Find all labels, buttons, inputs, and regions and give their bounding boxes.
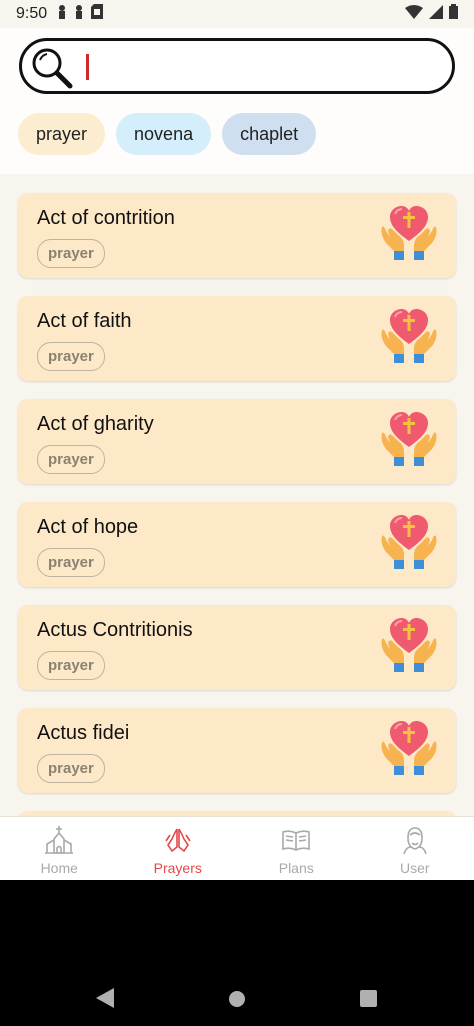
nav-user[interactable]: User: [356, 817, 474, 880]
prayer-tag: prayer: [37, 548, 105, 577]
prayer-title: Act of hope: [37, 516, 139, 538]
praying-hands-icon: [163, 825, 193, 858]
heart-hands-icon: [378, 304, 440, 371]
status-time: 9:50: [16, 5, 48, 22]
search-input[interactable]: [94, 49, 434, 85]
wifi-icon: [405, 4, 423, 24]
list-item[interactable]: Act of contrition prayer: [18, 193, 456, 278]
nav-home[interactable]: Home: [0, 817, 119, 880]
battery-icon: [449, 4, 458, 24]
text-cursor: [86, 54, 89, 80]
nav-home-label: Home: [40, 860, 78, 876]
nav-plans[interactable]: Plans: [237, 817, 356, 880]
prayer-tag: prayer: [37, 445, 105, 474]
status-bar: 9:50: [0, 0, 474, 28]
app-screen: 9:50 prayer novena chaplet Act of contri…: [0, 0, 474, 880]
system-navigation-bar: [0, 880, 474, 1026]
header-area: prayer novena chaplet: [0, 28, 474, 174]
category-filter-chips: prayer novena chaplet: [18, 113, 317, 155]
heart-hands-icon: [378, 613, 440, 680]
recents-icon[interactable]: [360, 990, 377, 1012]
search-icon: [30, 46, 74, 95]
list-item[interactable]: Act of faith prayer: [18, 296, 456, 381]
prayer-list: Act of contrition prayer Act of faith pr…: [18, 193, 456, 849]
prayer-title: Actus fidei: [37, 722, 130, 744]
prayer-title: Act of faith: [37, 310, 132, 332]
prayer-title: Act of contrition: [37, 207, 175, 229]
signal-icon: [429, 4, 443, 24]
heart-hands-icon: [378, 510, 440, 577]
heart-hands-icon: [378, 407, 440, 474]
notification-icon: [57, 4, 67, 25]
prayer-title: Actus Contritionis: [37, 619, 193, 641]
list-item[interactable]: Act of hope prayer: [18, 502, 456, 587]
heart-hands-icon: [378, 201, 440, 268]
list-item[interactable]: Actus Contritionis prayer: [18, 605, 456, 690]
nav-user-label: User: [399, 860, 430, 876]
church-icon: [44, 825, 74, 858]
back-icon[interactable]: [96, 988, 114, 1013]
search-bar[interactable]: [19, 38, 455, 94]
notification-icon: [74, 4, 84, 25]
nav-plans-label: Plans: [278, 860, 314, 876]
book-icon: [281, 825, 311, 858]
user-icon: [400, 825, 430, 858]
heart-hands-icon: [378, 716, 440, 783]
prayer-tag: prayer: [37, 754, 105, 783]
prayer-tag: prayer: [37, 239, 105, 268]
list-item[interactable]: Act of gharity prayer: [18, 399, 456, 484]
chip-prayer[interactable]: prayer: [18, 113, 106, 155]
home-icon[interactable]: [228, 990, 246, 1013]
bottom-navigation: Home Prayers Plans User: [0, 816, 474, 880]
prayer-title: Act of gharity: [37, 413, 154, 435]
chip-novena[interactable]: novena: [116, 113, 212, 155]
list-item[interactable]: Actus fidei prayer: [18, 708, 456, 793]
prayer-tag: prayer: [37, 651, 105, 680]
prayer-tag: prayer: [37, 342, 105, 371]
nav-prayers[interactable]: Prayers: [119, 817, 238, 880]
nav-prayers-label: Prayers: [153, 860, 202, 876]
chip-chaplet[interactable]: chaplet: [222, 113, 317, 155]
sim-card-icon: [91, 4, 104, 24]
